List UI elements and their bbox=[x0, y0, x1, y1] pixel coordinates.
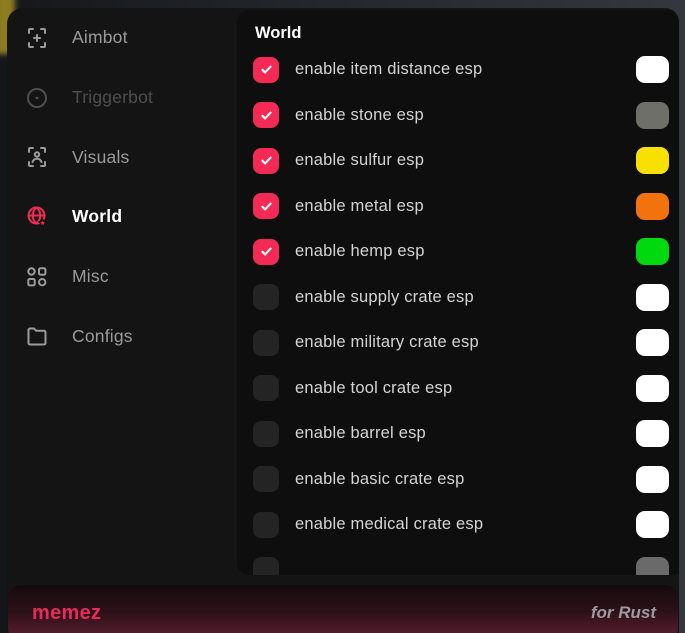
option-label: enable stone esp bbox=[295, 106, 636, 125]
color-swatch[interactable] bbox=[636, 102, 669, 129]
checkbox[interactable] bbox=[253, 239, 279, 265]
option-row: enable item distance esp bbox=[253, 47, 669, 93]
footer-bar: memez for Rust bbox=[8, 585, 678, 633]
sidebar-item-visuals[interactable]: Visuals bbox=[7, 127, 237, 187]
color-swatch[interactable] bbox=[636, 466, 669, 493]
panel-title: World bbox=[255, 24, 669, 43]
option-row: enable metal esp bbox=[253, 184, 669, 230]
sidebar-item-label: Visuals bbox=[72, 147, 130, 168]
option-row: enable sulfur esp bbox=[253, 138, 669, 184]
checkbox[interactable] bbox=[253, 193, 279, 219]
configs-icon bbox=[25, 324, 49, 348]
sidebar-item-misc[interactable]: Misc bbox=[7, 247, 237, 307]
option-label: enable item distance esp bbox=[295, 60, 636, 79]
sidebar-item-label: Triggerbot bbox=[72, 87, 153, 108]
world-icon bbox=[25, 205, 49, 229]
brand-suffix-label: for Rust bbox=[591, 603, 656, 623]
option-label: enable medical crate esp bbox=[295, 515, 636, 534]
option-row-partial bbox=[253, 548, 669, 576]
option-row: enable hemp esp bbox=[253, 229, 669, 275]
sidebar-item-label: World bbox=[72, 206, 122, 227]
checkbox[interactable] bbox=[253, 102, 279, 128]
color-swatch[interactable] bbox=[636, 56, 669, 83]
checkbox[interactable] bbox=[253, 512, 279, 538]
world-panel: World enable item distance esp enable st… bbox=[237, 10, 679, 575]
cheat-menu-window: Aimbot Triggerbot Visuals World Misc Con… bbox=[7, 8, 679, 633]
brand-label: memez bbox=[32, 602, 101, 625]
option-row: enable barrel esp bbox=[253, 411, 669, 457]
color-swatch[interactable] bbox=[636, 420, 669, 447]
color-swatch[interactable] bbox=[636, 329, 669, 356]
checkbox[interactable] bbox=[253, 284, 279, 310]
option-label: enable sulfur esp bbox=[295, 151, 636, 170]
option-row: enable medical crate esp bbox=[253, 502, 669, 548]
sidebar-item-label: Aimbot bbox=[72, 27, 128, 48]
checkbox[interactable] bbox=[253, 421, 279, 447]
option-label: enable hemp esp bbox=[295, 242, 636, 261]
option-label: enable barrel esp bbox=[295, 424, 636, 443]
option-row: enable military crate esp bbox=[253, 320, 669, 366]
option-label: enable supply crate esp bbox=[295, 288, 636, 307]
sidebar-item-aimbot[interactable]: Aimbot bbox=[7, 8, 237, 68]
color-swatch[interactable] bbox=[636, 557, 669, 575]
checkbox[interactable] bbox=[253, 330, 279, 356]
color-swatch[interactable] bbox=[636, 147, 669, 174]
sidebar-item-configs[interactable]: Configs bbox=[7, 306, 237, 366]
option-row: enable supply crate esp bbox=[253, 275, 669, 321]
option-row: enable tool crate esp bbox=[253, 366, 669, 412]
sidebar-item-triggerbot[interactable]: Triggerbot bbox=[7, 68, 237, 128]
option-row: enable stone esp bbox=[253, 93, 669, 139]
sidebar: Aimbot Triggerbot Visuals World Misc Con… bbox=[7, 8, 237, 366]
color-swatch[interactable] bbox=[636, 193, 669, 220]
sidebar-item-world[interactable]: World bbox=[7, 187, 237, 247]
visuals-icon bbox=[25, 145, 49, 169]
misc-icon bbox=[25, 265, 49, 289]
checkbox[interactable] bbox=[253, 57, 279, 83]
sidebar-item-label: Configs bbox=[72, 326, 133, 347]
color-swatch[interactable] bbox=[636, 284, 669, 311]
options-list: enable item distance esp enable stone es… bbox=[253, 47, 669, 575]
option-label: enable metal esp bbox=[295, 197, 636, 216]
aimbot-icon bbox=[25, 26, 49, 50]
checkbox[interactable] bbox=[253, 375, 279, 401]
triggerbot-icon bbox=[25, 86, 49, 110]
option-label: enable tool crate esp bbox=[295, 379, 636, 398]
checkbox[interactable] bbox=[253, 466, 279, 492]
color-swatch[interactable] bbox=[636, 375, 669, 402]
color-swatch[interactable] bbox=[636, 238, 669, 265]
checkbox[interactable] bbox=[253, 148, 279, 174]
sidebar-item-label: Misc bbox=[72, 266, 109, 287]
option-label: enable basic crate esp bbox=[295, 470, 636, 489]
checkbox[interactable] bbox=[253, 557, 279, 575]
option-label: enable military crate esp bbox=[295, 333, 636, 352]
option-row: enable basic crate esp bbox=[253, 457, 669, 503]
color-swatch[interactable] bbox=[636, 511, 669, 538]
